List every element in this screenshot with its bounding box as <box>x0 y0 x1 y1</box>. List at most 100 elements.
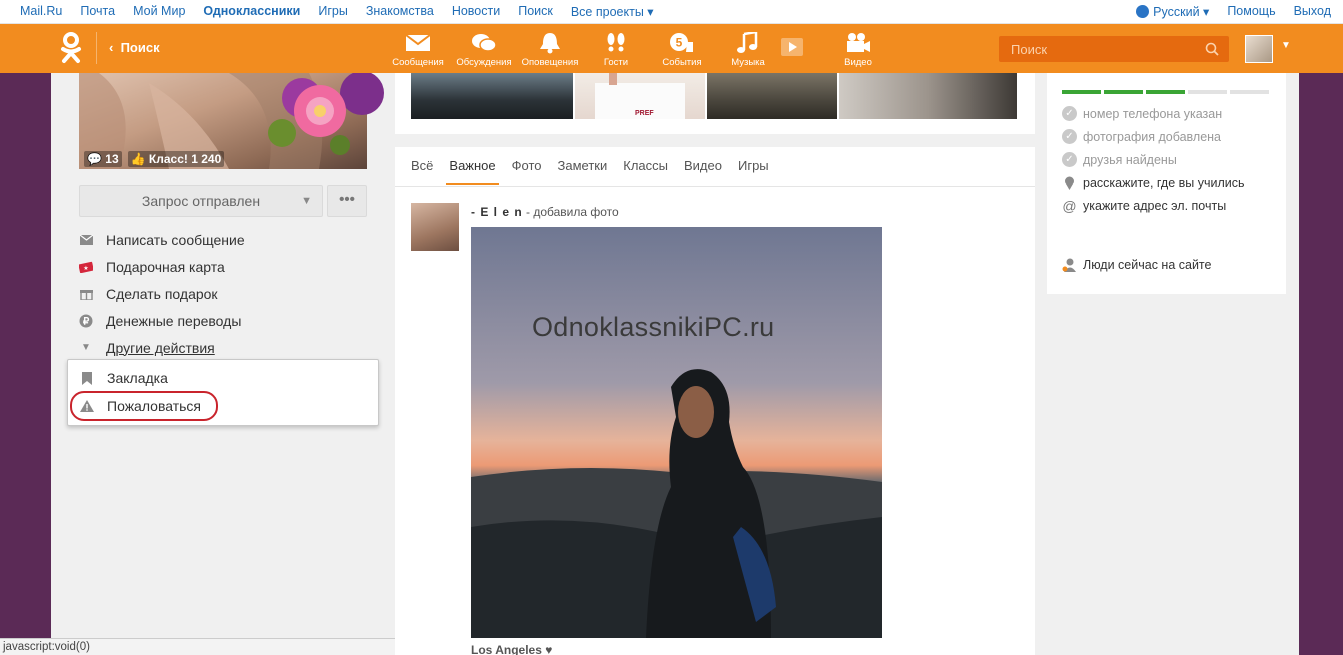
request-sent-label: Запрос отправлен <box>141 193 261 209</box>
dropdown-bookmark[interactable]: Закладка <box>80 367 168 389</box>
profile-actions: Написать сообщение ★ Подарочная карта Сд… <box>79 226 245 361</box>
post-author-name[interactable]: - E l e n <box>471 205 523 219</box>
portal-link-myworld[interactable]: Мой Мир <box>133 4 185 19</box>
feed-tabs: Всё Важное Фото Заметки Классы Видео Игр… <box>411 158 785 185</box>
action-money-transfers[interactable]: ₽ Денежные переводы <box>79 307 245 334</box>
nav-music[interactable]: Музыка <box>715 24 781 73</box>
help-link[interactable]: Помощь <box>1227 4 1275 19</box>
post-photo-art <box>471 227 882 638</box>
checklist-education[interactable]: расскажите, где вы учились <box>1062 171 1245 194</box>
action-label: Денежные переводы <box>106 312 242 329</box>
tab-photo[interactable]: Фото <box>512 158 542 185</box>
nav-label: Видео <box>844 57 872 68</box>
checklist-label: укажите адрес эл. почты <box>1083 198 1227 213</box>
portal-link-mail[interactable]: Почта <box>80 4 115 19</box>
tab-classes[interactable]: Классы <box>623 158 668 185</box>
check-icon: ✓ <box>1062 152 1077 167</box>
class-count: Класс! 1 240 <box>148 152 222 166</box>
post-header: - E l e n - добавила фото <box>471 205 619 219</box>
chevron-down-icon[interactable]: ▼ <box>1281 40 1291 51</box>
tab-games[interactable]: Игры <box>738 158 769 185</box>
triangle-down-icon: ▼ <box>301 195 312 207</box>
music-icon <box>737 32 758 53</box>
photo-thumbnail[interactable] <box>411 73 573 119</box>
ruble-icon: ₽ <box>79 314 93 328</box>
svg-text:PREF: PREF <box>635 110 654 117</box>
progress-segment <box>1188 90 1227 94</box>
class-stat[interactable]: 👍 Класс! 1 240 <box>127 151 225 167</box>
nav-label: Гости <box>603 57 629 68</box>
checklist-label: расскажите, где вы учились <box>1083 175 1245 190</box>
portal-link-search[interactable]: Поиск <box>518 4 553 19</box>
portal-link-games[interactable]: Игры <box>318 4 347 19</box>
user-avatar[interactable] <box>1245 35 1273 63</box>
search-input[interactable] <box>999 36 1189 62</box>
thumbnail-art: PREF <box>595 73 685 119</box>
post-photo[interactable] <box>471 227 882 638</box>
comments-stat[interactable]: 💬 13 <box>84 151 122 167</box>
at-icon: @ <box>1062 197 1077 214</box>
portal-links: Mail.Ru Почта Мой Мир Одноклассники Игры… <box>20 4 672 19</box>
events-icon: 5 <box>670 33 693 52</box>
video-camera-icon <box>847 33 870 52</box>
logout-link[interactable]: Выход <box>1294 4 1331 19</box>
action-label: Сделать подарок <box>106 285 218 302</box>
nav-events[interactable]: 5 События <box>649 24 715 73</box>
request-sent-button[interactable]: Запрос отправлен ▼ <box>79 185 323 217</box>
action-other[interactable]: ▼ Другие действия <box>79 334 245 361</box>
more-options-button[interactable]: ••• <box>327 185 367 217</box>
photo-thumbnail[interactable] <box>839 73 1017 119</box>
person-icon <box>1062 258 1076 272</box>
tab-important[interactable]: Важное <box>446 158 499 185</box>
checklist-label: номер телефона указан <box>1083 106 1223 121</box>
ok-logo-icon[interactable] <box>58 32 84 64</box>
comments-count: 13 <box>105 152 119 166</box>
nav-messages[interactable]: Сообщения <box>385 24 451 73</box>
back-label: Поиск <box>120 40 160 55</box>
tab-all[interactable]: Всё <box>411 158 433 185</box>
tab-video[interactable]: Видео <box>684 158 722 185</box>
nav-label: События <box>662 57 702 68</box>
back-to-search[interactable]: ‹ Поиск <box>96 32 160 64</box>
checklist-email[interactable]: @ укажите адрес эл. почты <box>1062 194 1245 217</box>
photo-thumbnail[interactable] <box>707 73 837 119</box>
nav-label: Обсуждения <box>456 57 512 68</box>
checklist-photo: ✓ фотография добавлена <box>1062 125 1245 148</box>
checklist-label: друзья найдены <box>1083 152 1177 167</box>
action-label: Подарочная карта <box>106 258 225 275</box>
progress-segment <box>1104 90 1143 94</box>
nav-video[interactable]: Видео <box>825 24 891 73</box>
portal-right-links: Русский ▾ Помощь Выход <box>1118 4 1331 19</box>
nav-notifications[interactable]: Оповещения <box>517 24 583 73</box>
portal-link-dating[interactable]: Знакомства <box>366 4 434 19</box>
post-author-avatar[interactable] <box>411 203 459 251</box>
events-count: 5 <box>676 36 683 50</box>
language-label: Русский ▾ <box>1153 5 1210 19</box>
nav-guests[interactable]: Гости <box>583 24 649 73</box>
nav-discussions[interactable]: Обсуждения <box>451 24 517 73</box>
svg-text:₽: ₽ <box>83 316 90 327</box>
portal-link-mailru[interactable]: Mail.Ru <box>20 4 62 19</box>
chevron-left-icon: ‹ <box>109 40 121 55</box>
search-icon[interactable] <box>1205 42 1219 56</box>
globe-icon <box>1136 5 1150 18</box>
gift-card-icon: ★ <box>79 260 93 274</box>
triangle-down-icon: ▼ <box>81 342 91 353</box>
nav-play-toggle[interactable] <box>781 24 803 73</box>
tab-notes[interactable]: Заметки <box>558 158 608 185</box>
play-icon <box>781 38 803 56</box>
action-make-gift[interactable]: Сделать подарок <box>79 280 245 307</box>
action-gift-card[interactable]: ★ Подарочная карта <box>79 253 245 280</box>
browser-status-bar: javascript:void(0) <box>0 638 453 655</box>
portal-link-all-projects[interactable]: Все проекты ▾ <box>571 4 654 19</box>
flower-sticker <box>268 73 384 155</box>
action-write-message[interactable]: Написать сообщение <box>79 226 245 253</box>
people-online-link[interactable]: Люди сейчас на сайте <box>1062 258 1211 272</box>
main-nav: Сообщения Обсуждения Оповещения Гости 5 … <box>385 24 891 73</box>
language-selector[interactable]: Русский ▾ <box>1136 4 1209 19</box>
portal-link-news[interactable]: Новости <box>452 4 500 19</box>
check-icon: ✓ <box>1062 106 1077 121</box>
bell-icon <box>540 33 560 54</box>
photo-thumbnail[interactable]: PREF <box>575 73 705 119</box>
portal-link-odnoklassniki[interactable]: Одноклассники <box>203 4 300 19</box>
